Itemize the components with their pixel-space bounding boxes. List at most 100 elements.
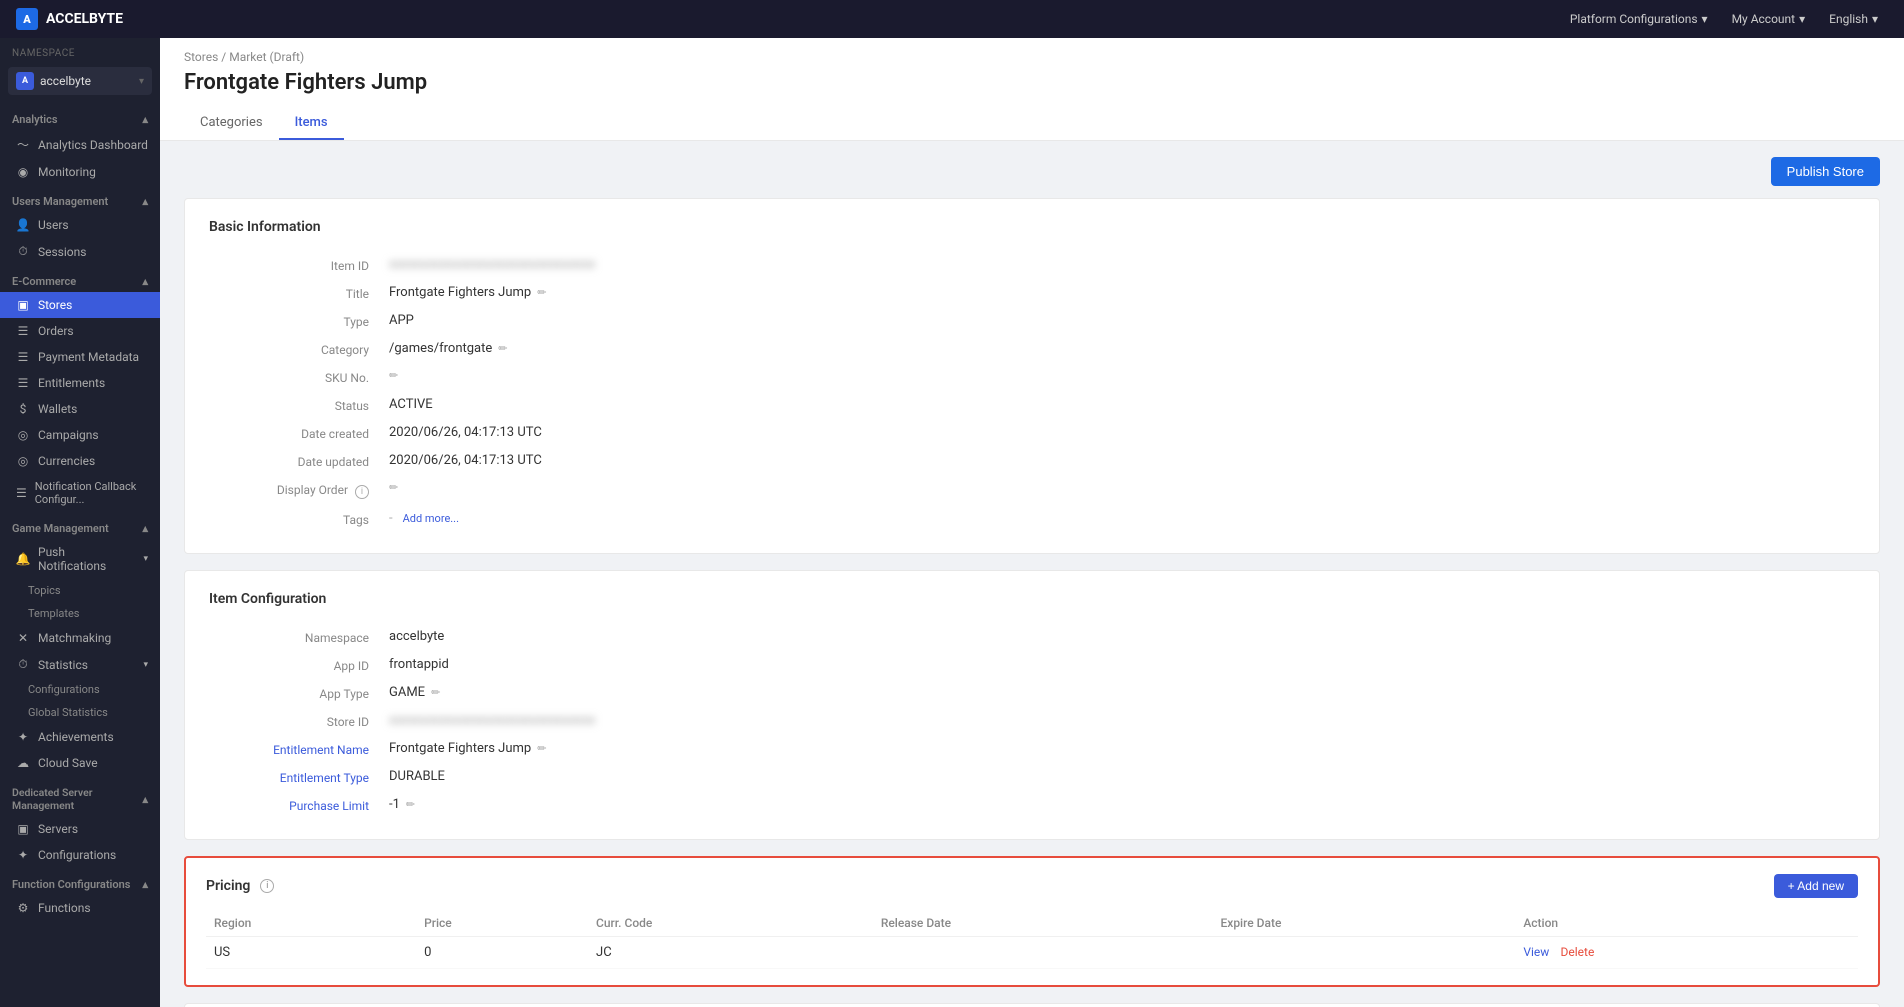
delete-pricing-link[interactable]: Delete (1561, 945, 1595, 959)
sidebar-item-topics[interactable]: Topics (0, 579, 160, 602)
sidebar-item-users[interactable]: 👤 Users (0, 212, 160, 238)
sidebar-item-servers[interactable]: ▣ Servers (0, 816, 160, 842)
main-layout: NAMESPACE A accelbyte ▾ Analytics ▴ 〜 An… (0, 38, 1904, 1007)
sidebar-item-functions[interactable]: ⚙ Functions (0, 895, 160, 921)
store-id-row: Store ID xxxxxxxxxxxxxxxxxxxxxxxxxxxxxxx… (209, 707, 1855, 735)
chevron-down-icon: ▾ (1799, 12, 1805, 26)
sidebar-item-global-statistics[interactable]: Global Statistics (0, 701, 160, 724)
chevron-icon: ▴ (142, 522, 148, 535)
sku-label: SKU No. (209, 369, 389, 385)
pricing-card: Pricing i + Add new Region Price Curr. C… (184, 856, 1880, 987)
namespace-selector[interactable]: A accelbyte ▾ (8, 67, 152, 95)
app-id-value: frontappid (389, 657, 1855, 672)
server-icon: ▣ (16, 822, 30, 836)
store-id-value: xxxxxxxxxxxxxxxxxxxxxxxxxxxxxxxx (389, 713, 1855, 728)
logo: A ACCELBYTE (16, 8, 123, 30)
sidebar-item-push-notifications[interactable]: 🔔 Push Notifications ▾ (0, 539, 160, 579)
info-icon[interactable]: i (355, 485, 369, 499)
type-label: Type (209, 313, 389, 329)
wallet-icon: $ (16, 402, 30, 416)
pricing-title: Pricing i (206, 878, 274, 894)
sidebar-section-header-function-configs[interactable]: Function Configurations ▴ (0, 870, 160, 895)
sidebar-item-templates[interactable]: Templates (0, 602, 160, 625)
display-order-value: ✏ (389, 481, 1855, 494)
breadcrumb-market[interactable]: Market (Draft) (229, 50, 304, 64)
sidebar-item-statistics[interactable]: ⏱ Statistics ▾ (0, 651, 160, 678)
sidebar-section-header-ecommerce[interactable]: E-Commerce ▴ (0, 267, 160, 292)
account-button[interactable]: My Account ▾ (1722, 8, 1816, 30)
add-new-pricing-button[interactable]: + Add new (1774, 874, 1858, 898)
language-button[interactable]: English ▾ (1819, 8, 1888, 30)
orders-icon: ☰ (16, 324, 30, 338)
sidebar-item-dsm-configurations[interactable]: ✦ Configurations (0, 842, 160, 868)
pricing-row: US 0 JC View Delete (206, 937, 1858, 969)
sku-row: SKU No. ✏ (209, 363, 1855, 391)
campaigns-icon: ◎ (16, 428, 30, 442)
title-edit-icon[interactable]: ✏ (537, 286, 546, 299)
top-nav-right: Platform Configurations ▾ My Account ▾ E… (1560, 8, 1888, 30)
platform-configs-button[interactable]: Platform Configurations ▾ (1560, 8, 1718, 30)
chart-icon: 〜 (16, 136, 30, 153)
sku-edit-icon[interactable]: ✏ (389, 369, 398, 382)
sidebar-item-cloud-save[interactable]: ☁ Cloud Save (0, 750, 160, 776)
entitlement-type-value: DURABLE (389, 769, 1855, 784)
clock-icon: ⏱ (16, 244, 30, 259)
content-body: Publish Store Basic Information Item ID … (160, 141, 1904, 1007)
date-updated-label: Date updated (209, 453, 389, 469)
chevron-icon: ▴ (142, 878, 148, 891)
sidebar-item-notification-callback[interactable]: ☰ Notification Callback Configur... (0, 474, 160, 512)
category-edit-icon[interactable]: ✏ (498, 342, 507, 355)
item-configuration-title: Item Configuration (209, 591, 1855, 607)
sidebar-section-ecommerce: E-Commerce ▴ ▣ Stores ☰ Orders ☰ Payment… (0, 267, 160, 512)
tab-items[interactable]: Items (279, 107, 344, 140)
logo-icon: A (16, 8, 38, 30)
pricing-info-icon[interactable]: i (260, 879, 274, 893)
title-value: Frontgate Fighters Jump ✏ (389, 285, 1855, 300)
sidebar-item-monitoring[interactable]: ◉ Monitoring (0, 159, 160, 185)
app-type-edit-icon[interactable]: ✏ (431, 686, 440, 699)
sidebar-item-matchmaking[interactable]: ✕ Matchmaking (0, 625, 160, 651)
app-type-label: App Type (209, 685, 389, 701)
date-created-row: Date created 2020/06/26, 04:17:13 UTC (209, 419, 1855, 447)
view-pricing-link[interactable]: View (1523, 945, 1549, 959)
tab-categories[interactable]: Categories (184, 107, 279, 140)
tags-add-more-link[interactable]: Add more... (403, 512, 459, 525)
sidebar-item-achievements[interactable]: ✦ Achievements (0, 724, 160, 750)
sidebar-item-orders[interactable]: ☰ Orders (0, 318, 160, 344)
sidebar-item-analytics-dashboard[interactable]: 〜 Analytics Dashboard (0, 130, 160, 159)
pricing-expire-date (1213, 937, 1516, 969)
category-value: /games/frontgate ✏ (389, 341, 1855, 356)
entitlement-name-edit-icon[interactable]: ✏ (537, 742, 546, 755)
purchase-limit-edit-icon[interactable]: ✏ (406, 798, 415, 811)
sidebar-item-entitlements[interactable]: ☰ Entitlements (0, 370, 160, 396)
sidebar-item-configurations[interactable]: Configurations (0, 678, 160, 701)
sidebar-item-campaigns[interactable]: ◎ Campaigns (0, 422, 160, 448)
basic-information-table: Item ID xxxxxxxxxxxxxxxxxxxxxxxxxxxxxxxx… (209, 251, 1855, 533)
app-id-label: App ID (209, 657, 389, 673)
sidebar-item-wallets[interactable]: $ Wallets (0, 396, 160, 422)
sidebar-section-header-analytics[interactable]: Analytics ▴ (0, 105, 160, 130)
sidebar-item-stores[interactable]: ▣ Stores (0, 292, 160, 318)
currencies-icon: ◎ (16, 454, 30, 468)
col-action: Action (1515, 910, 1858, 937)
config-icon: ✦ (16, 848, 30, 862)
breadcrumb-stores[interactable]: Stores (184, 50, 218, 64)
publish-store-button[interactable]: Publish Store (1771, 157, 1880, 186)
app-id-row: App ID frontappid (209, 651, 1855, 679)
tabs: Categories Items (184, 107, 1880, 140)
sidebar-item-currencies[interactable]: ◎ Currencies (0, 448, 160, 474)
col-curr-code: Curr. Code (588, 910, 873, 937)
matchmaking-icon: ✕ (16, 631, 30, 645)
purchase-limit-value: -1 ✏ (389, 797, 1855, 812)
content-header: Stores / Market (Draft) Frontgate Fighte… (160, 38, 1904, 141)
top-navigation: A ACCELBYTE Platform Configurations ▾ My… (0, 0, 1904, 38)
sidebar-item-sessions[interactable]: ⏱ Sessions (0, 238, 160, 265)
sidebar-section-header-users[interactable]: Users Management ▴ (0, 187, 160, 212)
entitlement-name-label: Entitlement Name (209, 741, 389, 757)
sidebar-section-header-dedicated-server[interactable]: Dedicated Server Management ▴ (0, 778, 160, 816)
monitoring-icon: ◉ (16, 165, 30, 179)
display-order-edit-icon[interactable]: ✏ (389, 481, 398, 494)
sidebar-section-header-game-management[interactable]: Game Management ▴ (0, 514, 160, 539)
chevron-down-icon: ▾ (1702, 12, 1708, 26)
sidebar-item-payment-metadata[interactable]: ☰ Payment Metadata (0, 344, 160, 370)
